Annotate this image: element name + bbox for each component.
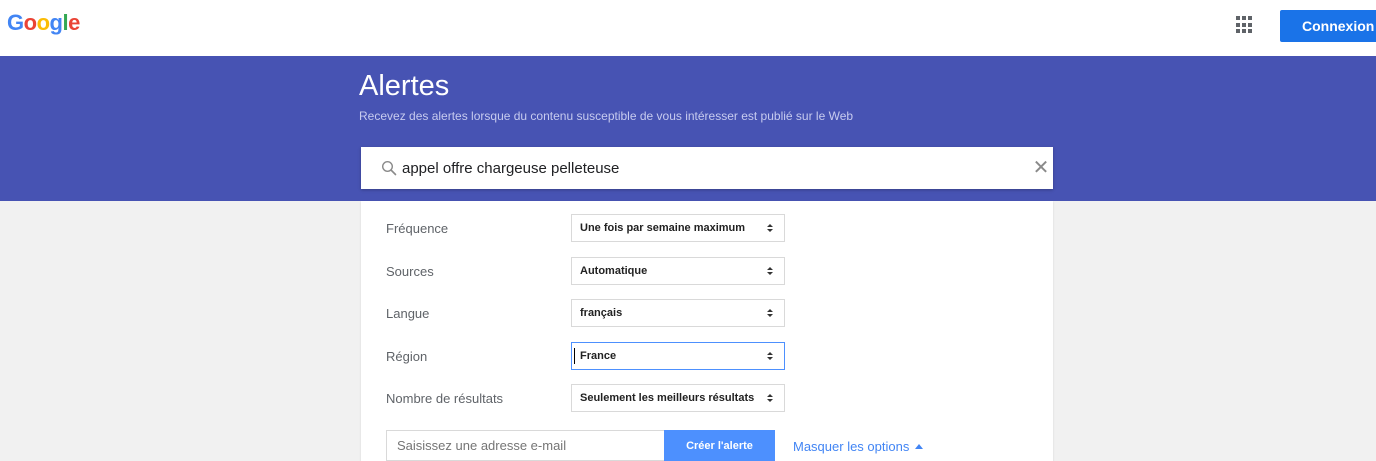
select-caret-icon — [767, 352, 773, 360]
option-row-language: Langue français — [361, 299, 1053, 329]
options-panel: Fréquence Une fois par semaine maximum S… — [361, 201, 1053, 461]
alert-query-box: ✕ — [361, 147, 1053, 189]
close-icon[interactable]: ✕ — [1032, 158, 1050, 178]
page-subtitle: Recevez des alertes lorsque du contenu s… — [359, 109, 854, 123]
language-value: français — [580, 307, 623, 319]
results-count-value: Seulement les meilleurs résultats — [580, 392, 755, 404]
create-alert-button[interactable]: Créer l'alerte — [664, 430, 775, 461]
select-caret-icon — [767, 394, 773, 402]
google-logo[interactable]: Google — [7, 10, 80, 36]
language-label: Langue — [386, 306, 430, 321]
option-row-sources: Sources Automatique — [361, 257, 1053, 287]
select-caret-icon — [767, 224, 773, 232]
frequency-label: Fréquence — [386, 221, 449, 236]
signin-button[interactable]: Connexion — [1280, 10, 1376, 42]
apps-grid-icon[interactable] — [1236, 16, 1254, 34]
language-select[interactable]: français — [571, 299, 785, 327]
frequency-select[interactable]: Une fois par semaine maximum — [571, 214, 785, 242]
sources-label: Sources — [386, 264, 434, 279]
logo-letter: e — [68, 10, 80, 35]
sources-select[interactable]: Automatique — [571, 257, 785, 285]
caret-up-icon — [915, 444, 924, 450]
option-row-results: Nombre de résultats Seulement les meille… — [361, 384, 1053, 414]
page-title: Alertes — [359, 70, 450, 102]
text-cursor — [574, 348, 575, 364]
search-icon — [381, 160, 397, 176]
logo-letter: G — [7, 10, 24, 35]
logo-letter: g — [49, 10, 63, 35]
region-select[interactable]: France — [571, 342, 785, 370]
hide-options-link[interactable]: Masquer les options — [793, 439, 924, 455]
select-caret-icon — [767, 309, 773, 317]
top-bar: Google Connexion — [0, 0, 1376, 56]
logo-letter: o — [36, 10, 50, 35]
alert-query-input[interactable] — [402, 155, 1002, 181]
region-label: Région — [386, 349, 428, 364]
email-field[interactable] — [386, 430, 665, 461]
sources-value: Automatique — [580, 265, 648, 277]
option-row-region: Région France — [361, 342, 1053, 372]
hide-options-label: Masquer les options — [793, 439, 910, 454]
results-count-select[interactable]: Seulement les meilleurs résultats — [571, 384, 785, 412]
option-row-frequency: Fréquence Une fois par semaine maximum — [361, 214, 1053, 244]
region-value: France — [580, 350, 617, 362]
select-caret-icon — [767, 267, 773, 275]
logo-letter: o — [23, 10, 37, 35]
frequency-value: Une fois par semaine maximum — [580, 222, 746, 234]
results-count-label: Nombre de résultats — [386, 391, 504, 406]
